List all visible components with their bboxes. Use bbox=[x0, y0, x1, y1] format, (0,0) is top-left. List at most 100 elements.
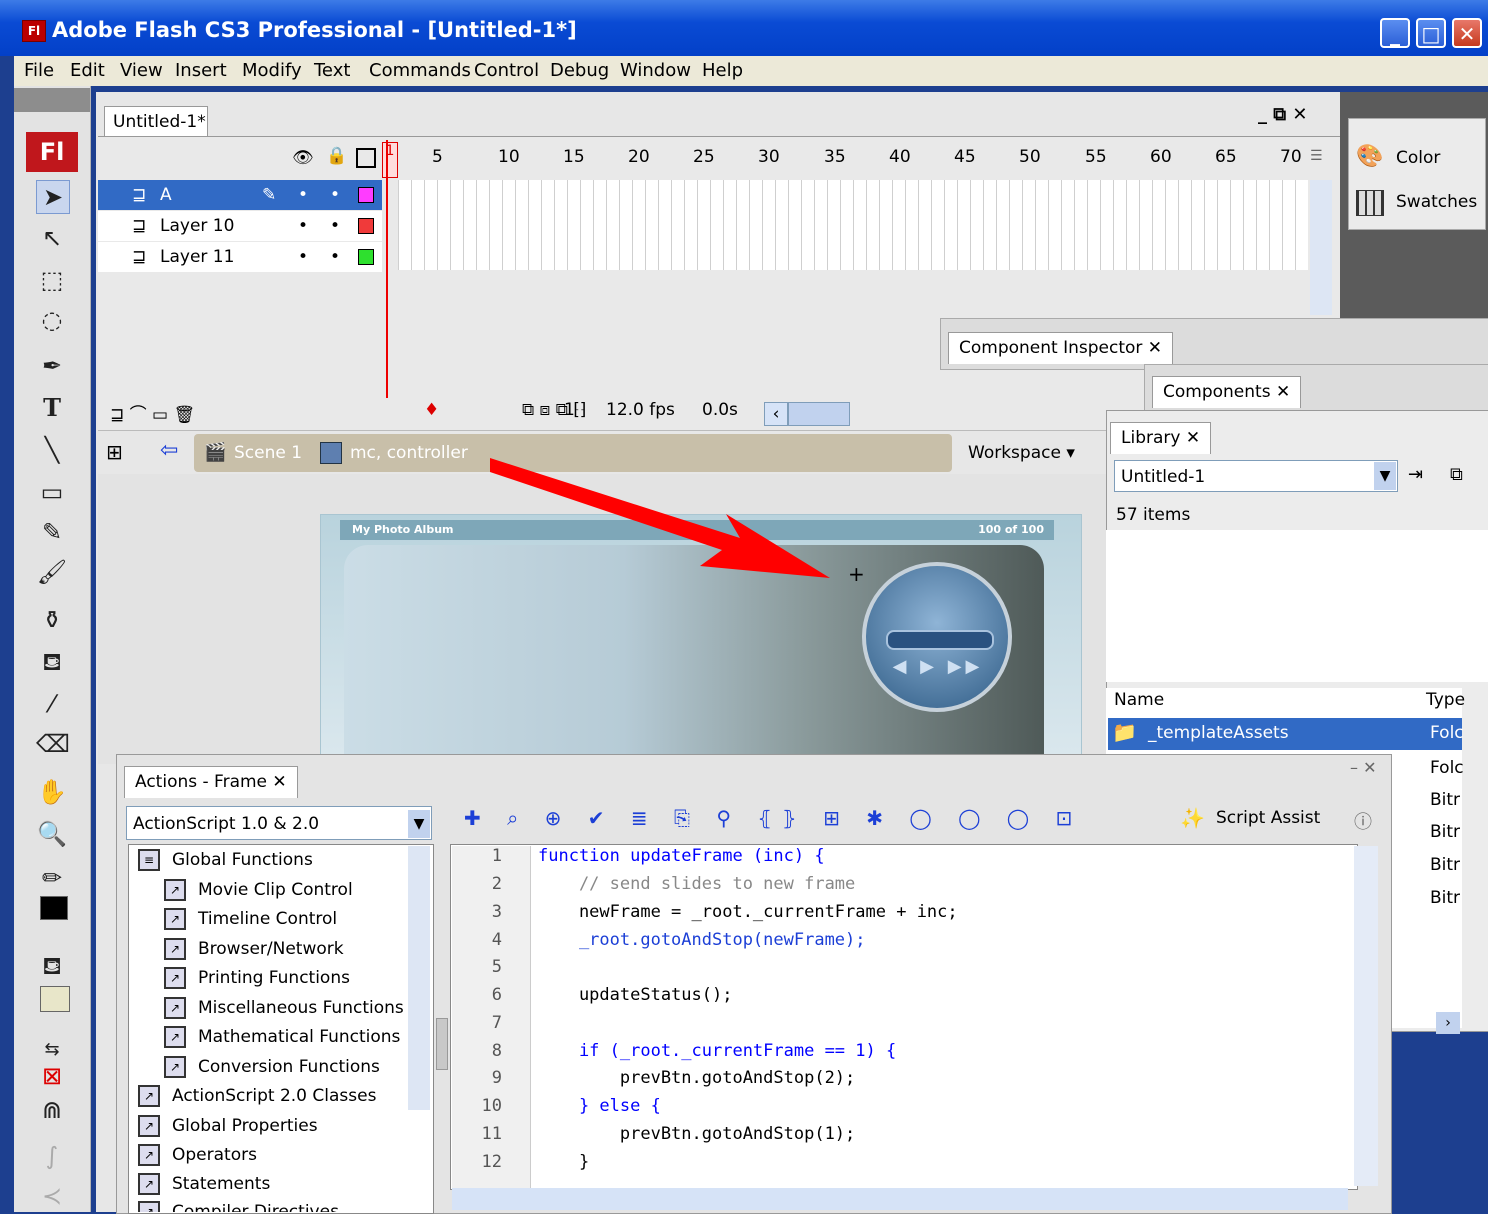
menu-help[interactable]: Help bbox=[702, 60, 743, 81]
actions-panel-controls[interactable]: – ✕ bbox=[1350, 758, 1377, 777]
free-transform-tool-icon[interactable]: ⬚ bbox=[36, 264, 68, 296]
menu-edit[interactable]: Edit bbox=[70, 60, 105, 81]
menu-file[interactable]: File bbox=[24, 60, 54, 81]
breadcrumb-symbol[interactable]: mc, controller bbox=[350, 443, 468, 463]
chevron-down-icon[interactable]: ▼ bbox=[1374, 462, 1396, 490]
tree-item[interactable]: ↗ Statements bbox=[138, 1170, 270, 1198]
script-assist-button[interactable]: Script Assist bbox=[1216, 808, 1320, 828]
toolbox-scrollbar[interactable] bbox=[408, 846, 430, 1110]
tree-item[interactable]: ↗ Global Properties bbox=[138, 1112, 318, 1140]
menu-text[interactable]: Text bbox=[314, 60, 350, 81]
text-tool-icon[interactable]: T bbox=[36, 392, 68, 424]
scroll-left-button[interactable]: ‹ bbox=[764, 402, 788, 426]
center-frame-icon[interactable]: ♦ bbox=[424, 400, 439, 420]
library-column-name[interactable]: Name bbox=[1114, 690, 1164, 710]
tree-item[interactable]: ↗ ActionScript 2.0 Classes bbox=[138, 1082, 376, 1110]
tab-actions-frame[interactable]: Actions - Frame ✕ bbox=[124, 766, 298, 798]
visibility-dot[interactable]: • bbox=[298, 211, 308, 241]
menu-control[interactable]: Control bbox=[474, 60, 539, 81]
layer-row-a[interactable]: ⊒ A ✎ • • bbox=[98, 180, 382, 210]
timeline-options-icon[interactable]: ☰ bbox=[1310, 148, 1323, 164]
maximize-button[interactable]: □ bbox=[1416, 18, 1446, 48]
pencil-tool-icon[interactable]: ✎ bbox=[36, 516, 68, 548]
back-arrow-icon[interactable]: ⇦ bbox=[160, 438, 178, 463]
stroke-color-icon[interactable]: ✏ bbox=[36, 862, 68, 894]
breadcrumb-scene[interactable]: Scene 1 bbox=[234, 443, 302, 463]
menu-view[interactable]: View bbox=[120, 60, 163, 81]
swatches-panel-label[interactable]: Swatches bbox=[1396, 192, 1477, 212]
playhead[interactable] bbox=[386, 140, 388, 398]
menu-modify[interactable]: Modify bbox=[242, 60, 302, 81]
fill-color-swatch[interactable] bbox=[40, 986, 70, 1012]
rectangle-tool-icon[interactable]: ▭ bbox=[36, 476, 68, 508]
tree-item[interactable]: ↗ Compiler Directives bbox=[138, 1198, 339, 1212]
stroke-color-swatch[interactable] bbox=[40, 896, 68, 920]
chevron-down-icon[interactable]: ▼ bbox=[408, 810, 430, 838]
frames-grid[interactable] bbox=[398, 180, 1308, 270]
menu-window[interactable]: Window bbox=[620, 60, 691, 81]
lock-icon[interactable]: 🔒 bbox=[326, 146, 347, 166]
visibility-dot[interactable]: • bbox=[298, 242, 308, 272]
help-icon[interactable]: ⓘ bbox=[1354, 808, 1372, 834]
pen-tool-icon[interactable]: ✒ bbox=[36, 350, 68, 382]
layer-row-layer-11[interactable]: ⊒ Layer 11 • • bbox=[98, 242, 382, 272]
tree-item[interactable]: ↗ Conversion Functions bbox=[164, 1053, 380, 1081]
timeline-vertical-scrollbar[interactable] bbox=[1310, 180, 1332, 315]
insert-layer-icon[interactable]: ⊒ ⌒ ▭ 🗑 bbox=[110, 400, 195, 425]
tab-component-inspector[interactable]: Component Inspector ✕ bbox=[948, 332, 1174, 364]
tree-item[interactable]: ≡ Global Functions bbox=[138, 846, 313, 874]
tree-item[interactable]: ↗ Browser/Network bbox=[164, 935, 344, 963]
timeline-toggle-icon[interactable]: ⊞ bbox=[106, 440, 123, 464]
straighten-icon[interactable]: ≺ bbox=[36, 1180, 68, 1212]
hand-tool-icon[interactable]: ✋ bbox=[36, 776, 68, 808]
layer-outline-color[interactable] bbox=[358, 249, 374, 265]
selection-tool-icon[interactable]: ➤ bbox=[36, 180, 70, 214]
no-color-icon[interactable]: ⊠ bbox=[36, 1060, 68, 1092]
line-tool-icon[interactable]: ╲ bbox=[36, 434, 68, 466]
library-scroll-right[interactable]: › bbox=[1436, 1012, 1460, 1034]
minimize-button[interactable]: _ bbox=[1380, 18, 1410, 48]
library-document-select[interactable]: Untitled-1 bbox=[1114, 460, 1398, 492]
timeline-horizontal-scrollbar[interactable] bbox=[788, 402, 850, 426]
color-panel-label[interactable]: Color bbox=[1396, 148, 1440, 168]
snap-magnet-icon[interactable]: ⋒ bbox=[36, 1094, 68, 1126]
tree-item[interactable]: ↗ Printing Functions bbox=[164, 964, 350, 992]
layer-row-layer-10[interactable]: ⊒ Layer 10 • • bbox=[98, 211, 382, 241]
swatches-grid-icon[interactable] bbox=[1356, 190, 1384, 216]
tab-components[interactable]: Components ✕ bbox=[1152, 376, 1302, 408]
onion-skin-icons[interactable]: ⧉ ⧈ ⧉ ⁅⁆ bbox=[522, 400, 587, 420]
subselection-tool-icon[interactable]: ↖ bbox=[36, 222, 68, 254]
menu-commands[interactable]: Commands bbox=[369, 60, 471, 81]
library-row-selected[interactable]: 📁 _templateAssets Folc bbox=[1108, 718, 1464, 750]
actionscript-version-select[interactable]: ActionScript 1.0 & 2.0 bbox=[126, 806, 432, 840]
code-vertical-scrollbar[interactable] bbox=[1354, 846, 1378, 1186]
tree-item[interactable]: ↗ Operators bbox=[138, 1141, 257, 1169]
outline-icon[interactable] bbox=[356, 148, 376, 168]
close-button[interactable]: ✕ bbox=[1452, 18, 1482, 48]
panel-collapse-handle[interactable] bbox=[436, 1018, 448, 1070]
lasso-tool-icon[interactable]: ◌ bbox=[36, 304, 68, 336]
lock-dot[interactable]: • bbox=[330, 242, 340, 272]
frame-rate[interactable]: 12.0 fps bbox=[606, 400, 675, 420]
color-palette-icon[interactable]: 🎨 bbox=[1356, 144, 1383, 169]
visibility-dot[interactable]: • bbox=[298, 180, 308, 210]
eraser-tool-icon[interactable]: ⌫ bbox=[36, 728, 70, 760]
lock-dot[interactable]: • bbox=[330, 211, 340, 241]
controller-nav-buttons[interactable]: ◀ ▶ ▶▶ bbox=[874, 656, 1002, 684]
brush-tool-icon[interactable]: 🖌 bbox=[36, 556, 68, 588]
tree-item[interactable]: ↗ Movie Clip Control bbox=[164, 876, 353, 904]
eye-icon[interactable]: 👁 bbox=[292, 148, 314, 168]
library-column-type[interactable]: Type bbox=[1426, 690, 1465, 710]
layer-outline-color[interactable] bbox=[358, 218, 374, 234]
menu-insert[interactable]: Insert bbox=[175, 60, 227, 81]
document-tab[interactable]: Untitled-1* bbox=[104, 106, 208, 136]
new-library-panel-icon[interactable]: ⧉ bbox=[1450, 464, 1463, 485]
document-window-controls[interactable]: _ ⧉ ✕ bbox=[1258, 104, 1307, 125]
layer-outline-color[interactable] bbox=[358, 187, 374, 203]
smooth-icon[interactable]: ∫ bbox=[36, 1140, 68, 1172]
ruler-current-frame[interactable]: 1 bbox=[382, 142, 398, 178]
tree-item[interactable]: ↗ Mathematical Functions bbox=[164, 1023, 400, 1051]
code-horizontal-scrollbar[interactable] bbox=[452, 1188, 1348, 1210]
eyedropper-tool-icon[interactable]: ⁄ bbox=[36, 688, 68, 720]
ink-bottle-tool-icon[interactable]: ⚱ bbox=[36, 604, 68, 636]
